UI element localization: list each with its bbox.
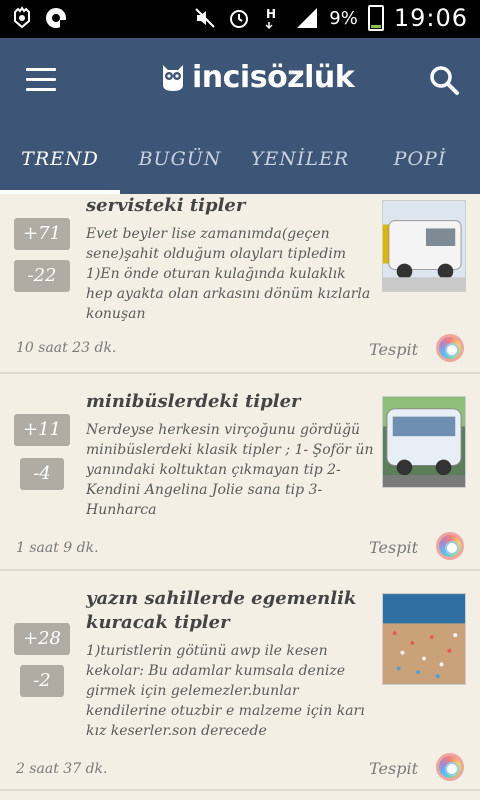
entry-title[interactable]: yazın sahillerde egemenlik kuracak tiple… [86,587,374,635]
entry-thumbnail[interactable] [382,200,466,292]
upvote-button[interactable]: +71 [14,218,70,250]
signal-icon [297,8,318,28]
downvote-button[interactable]: -4 [20,458,64,490]
upvote-button[interactable]: +11 [14,414,70,446]
battery-icon [367,5,384,31]
entry-thumbnail[interactable] [382,396,466,488]
author-avatar[interactable] [436,334,464,362]
battery-percent: 9% [329,7,358,29]
app-logo: incisözlük [160,60,355,95]
entry-time: 10 saat 23 dk. [16,340,117,356]
app-title: incisözlük [192,60,355,95]
tab-bugun[interactable]: BUGÜN [120,122,240,194]
entry-list: +71 -22 servisteki tipler Evet beyler li… [0,194,480,791]
author-avatar[interactable] [436,532,464,560]
h-data-icon: H [265,7,276,30]
entry-title[interactable]: servisteki tipler [86,194,374,218]
entry-thumbnail[interactable] [382,593,466,685]
author-avatar[interactable] [436,753,464,781]
entry-author[interactable]: Tespit [369,340,418,359]
tab-bar: TREND BUGÜN YENİLER POPİ [0,122,480,194]
list-item[interactable]: +71 -22 servisteki tipler Evet beyler li… [0,194,480,374]
entry-author[interactable]: Tespit [369,759,418,778]
downvote-button[interactable]: -22 [14,260,70,292]
search-icon[interactable] [428,64,460,96]
tab-yeniler[interactable]: YENİLER [240,122,360,194]
hand-icon [14,6,30,29]
upvote-button[interactable]: +28 [14,623,70,655]
entry-excerpt: 1)turistlerin götünü awp ile kesen kekol… [86,643,365,739]
list-item[interactable]: +11 -4 minibüslerdeki tipler Nerdeyse he… [0,374,480,571]
mute-icon [195,8,215,28]
hamburger-icon[interactable] [26,68,56,91]
entry-author[interactable]: Tespit [369,538,418,557]
alarm-icon [230,10,249,28]
entry-time: 1 saat 9 dk. [16,540,99,556]
tab-popi[interactable]: POPİ [360,122,480,194]
owl-icon [163,64,183,91]
entry-time: 2 saat 37 dk. [16,761,108,777]
entry-title[interactable]: minibüslerdeki tipler [86,390,374,414]
status-bar: H 9% 19:06 [0,0,480,38]
entry-excerpt: Nerdeyse herkesin virçoğunu gördüğü mini… [86,422,374,518]
downvote-button[interactable]: -2 [20,665,64,697]
app-bar: incisözlük [0,38,480,122]
list-item[interactable]: +28 -2 yazın sahillerde egemenlik kuraca… [0,571,480,791]
clock: 19:06 [393,4,468,32]
tab-trend[interactable]: TREND [0,122,120,194]
media-icon [46,8,66,28]
entry-excerpt: Evet beyler lise zamanımda(geçen sene)şa… [86,226,371,322]
svg-text:H: H [266,7,276,21]
